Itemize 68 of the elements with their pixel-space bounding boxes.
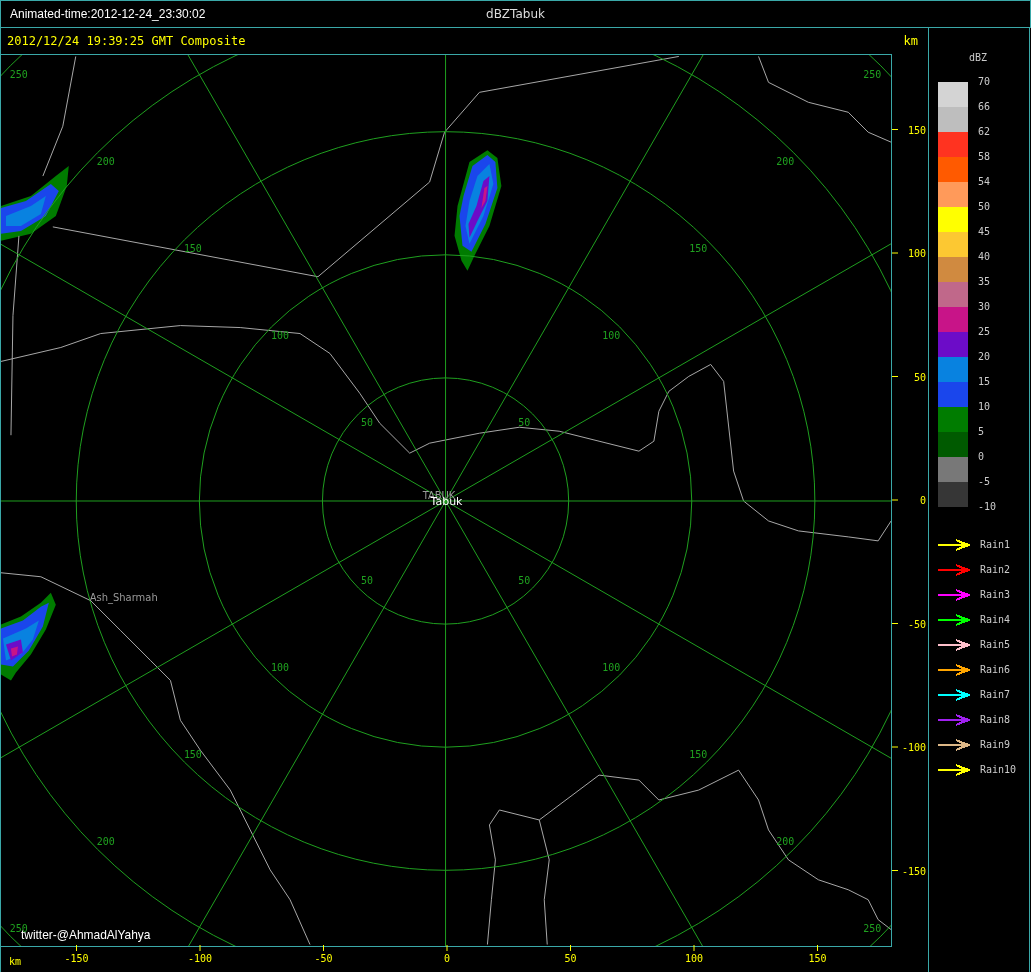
x-tick-label: -100 (187, 953, 213, 964)
scale-label: 58 (978, 151, 992, 164)
track-label: Rain3 (980, 589, 1011, 600)
scale-label: -10 (978, 501, 997, 514)
range-label: 200 (776, 156, 795, 168)
track-label: Rain4 (980, 614, 1011, 625)
y-tick-label: -100 (902, 742, 927, 753)
track-label: Rain7 (980, 689, 1011, 700)
legend-title: dBZ (969, 52, 988, 63)
scale-label: 5 (978, 426, 986, 439)
range-label: 250 (863, 922, 882, 934)
scale-label: 50 (978, 201, 992, 214)
track-label: Rain10 (980, 764, 1017, 775)
animation-time: Animated-time:2012-12-24_23:30:02 (9, 7, 206, 21)
track-label: Rain8 (980, 714, 1011, 725)
timestamp: 2012/12/24 19:39:25 GMT Composite (7, 34, 246, 48)
x-tick-label: 50 (564, 953, 577, 964)
range-label: 100 (602, 330, 621, 342)
y-tick-label: 100 (908, 248, 927, 259)
scale-label: 35 (978, 276, 992, 289)
scale-label: 0 (978, 451, 986, 464)
scale-label: 30 (978, 301, 992, 314)
scale-label: 25 (978, 326, 992, 339)
y-tick-label: -150 (902, 865, 927, 877)
window-title: dBZTabuk (486, 7, 545, 21)
y-tick-label: 0 (920, 495, 927, 506)
scale-label: 10 (978, 401, 992, 414)
y-tick-label: -50 (908, 618, 927, 630)
x-tick-label: 150 (808, 953, 827, 964)
range-label: 150 (183, 748, 202, 760)
range-label: 250 (9, 69, 28, 81)
range-label: 100 (270, 661, 289, 673)
x-tick-label: 100 (684, 953, 704, 964)
track-label: Rain6 (980, 664, 1011, 675)
scale-label: 45 (978, 226, 992, 239)
track-label: Rain1 (980, 539, 1011, 550)
track-label: Rain5 (980, 639, 1011, 650)
x-tick-label: 0 (444, 953, 450, 964)
range-label: 50 (360, 417, 373, 429)
x-tick-label: -50 (314, 953, 333, 964)
y-tick-label: 150 (908, 124, 927, 136)
scale-label: 20 (978, 351, 992, 364)
x-axis-unit: km (9, 956, 22, 967)
place-label: Ash_Sharmah (89, 591, 158, 603)
x-tick-label: -150 (64, 953, 89, 964)
scale-label: 40 (978, 251, 992, 264)
range-label: 150 (689, 243, 708, 255)
range-label: 150 (689, 748, 708, 760)
scale-label: 15 (978, 376, 992, 389)
range-label: 50 (518, 417, 531, 429)
range-label: 200 (776, 835, 795, 847)
range-label: 100 (602, 661, 621, 673)
scale-label: 54 (978, 176, 992, 189)
range-label: 100 (270, 330, 289, 342)
range-label: 250 (863, 69, 882, 81)
track-label: Rain9 (980, 739, 1011, 750)
range-label: 200 (96, 835, 115, 847)
track-label: Rain2 (980, 564, 1011, 575)
y-tick-label: 50 (914, 371, 927, 383)
range-label: 150 (183, 243, 202, 255)
range-label: 50 (518, 574, 531, 586)
range-label: 200 (96, 156, 115, 168)
scale-label: 62 (978, 126, 992, 139)
scale-label: -5 (978, 476, 992, 489)
scale-label: 66 (978, 101, 992, 114)
range-label: 50 (360, 574, 373, 586)
axis-unit: km (903, 34, 918, 48)
scale-label: 70 (978, 76, 992, 89)
